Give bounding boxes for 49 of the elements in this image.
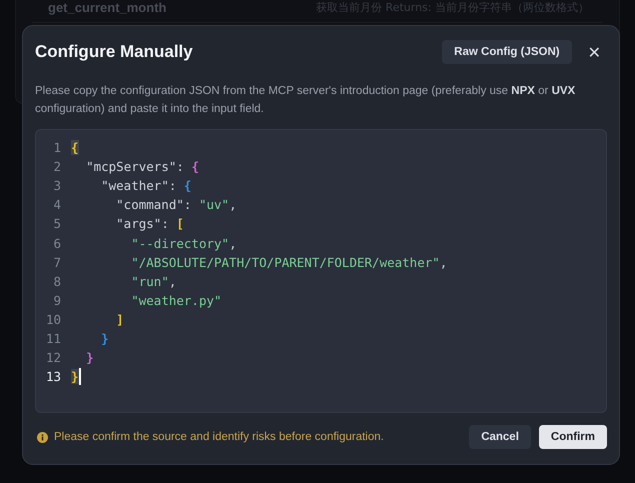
json-punctuation: , [229, 197, 237, 212]
line-number: 4 [52, 197, 61, 212]
json-bracket: { [191, 159, 199, 174]
json-bracket: } [71, 369, 79, 384]
line-number: 3 [52, 178, 61, 194]
json-bracket: { [71, 140, 79, 156]
json-string: "uv" [198, 197, 230, 212]
line-number: 5 [52, 216, 61, 232]
json-string: "--directory" [131, 236, 230, 251]
text-cursor [78, 368, 81, 386]
code-editor[interactable]: 1 { 2 "mcpServers": { 3 "weather": { 4 "command": "uv", 5 "args": [ 6 "--directory", 7 "/ABSOLUTE/PATH/TO/PARENT/FOLDER/weather", 8 "run", 9 "weather.py" 10 ] 11 } 12 } 13 } [35, 129, 607, 413]
json-bracket: ] [116, 312, 124, 327]
json-bracket: [ [176, 216, 184, 232]
description-text: Please copy the configuration JSON from the MCP server's introduction page (preferably use NPX or UVX configuration) and paste it into the input field. [35, 84, 576, 117]
line-number: 12 [44, 350, 61, 366]
line-number: 9 [52, 292, 61, 308]
json-string: "weather.py" [131, 292, 222, 308]
line-number: 10 [44, 312, 61, 327]
json-string: "run" [131, 274, 169, 289]
json-punctuation: , [168, 274, 176, 289]
line-number: 7 [52, 254, 61, 270]
json-punctuation: : [184, 197, 192, 212]
line-number: 11 [44, 330, 61, 346]
warning-text: Please confirm the source and identify risks before configuration. [54, 431, 385, 443]
cancel-button[interactable]: Cancel [469, 425, 531, 449]
json-punctuation: : [168, 178, 178, 194]
raw-config-button[interactable]: Raw Config (JSON) [442, 40, 572, 64]
json-key: "command" [116, 197, 184, 212]
info-icon [37, 432, 48, 442]
json-bracket: { [184, 178, 192, 194]
confirm-button[interactable]: Confirm [538, 425, 607, 449]
json-key: "weather" [101, 178, 169, 194]
json-key: "args" [116, 216, 162, 232]
json-key: "mcpServers" [86, 159, 176, 174]
json-bracket: } [86, 350, 94, 366]
json-punctuation: : [176, 159, 185, 174]
json-bracket: } [101, 330, 109, 346]
tool-name: get_current_month [48, 0, 166, 15]
line-number: 6 [52, 236, 61, 251]
close-button[interactable]: ✕ [582, 42, 607, 62]
line-number: 8 [52, 274, 61, 289]
line-number: 13 [44, 369, 61, 384]
json-string: "/ABSOLUTE/PATH/TO/PARENT/FOLDER/weather" [131, 254, 440, 270]
line-number: 1 [52, 140, 61, 156]
line-number: 2 [52, 159, 61, 174]
dialog-title: Configure Manually [35, 42, 194, 62]
json-punctuation: , [440, 254, 448, 270]
json-punctuation: , [229, 236, 237, 251]
json-punctuation: : [161, 216, 170, 232]
